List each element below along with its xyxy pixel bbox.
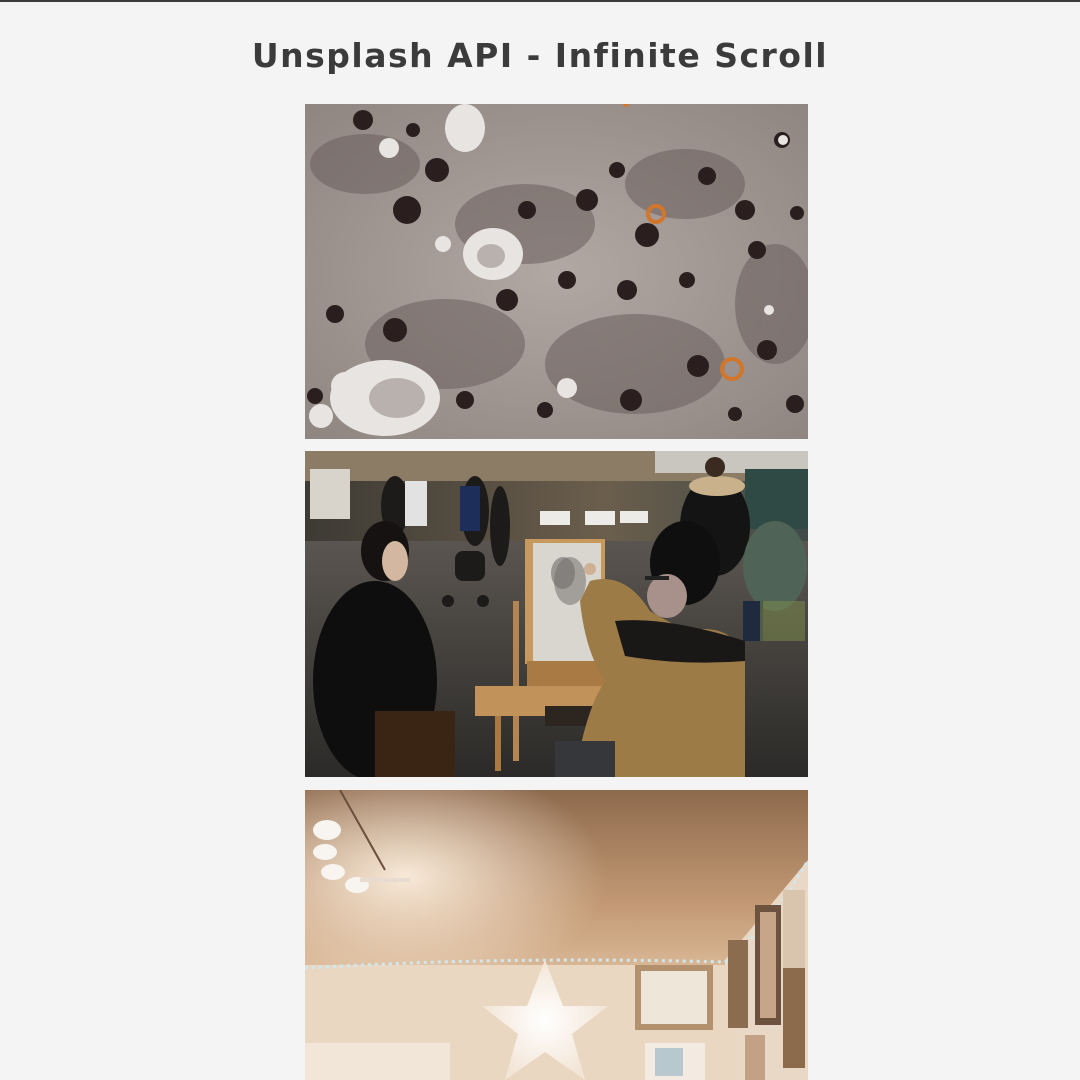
feed-photo-warm-room[interactable] (305, 790, 808, 1080)
street-artist-image (305, 451, 808, 777)
page-title: Unsplash API - Infinite Scroll (251, 36, 829, 75)
feed-photo-street-artist[interactable] (305, 451, 808, 777)
feed-photo-lichen[interactable] (305, 104, 808, 439)
top-border (0, 0, 1080, 2)
warm-room-image (305, 790, 808, 1080)
lichen-image (305, 104, 808, 439)
